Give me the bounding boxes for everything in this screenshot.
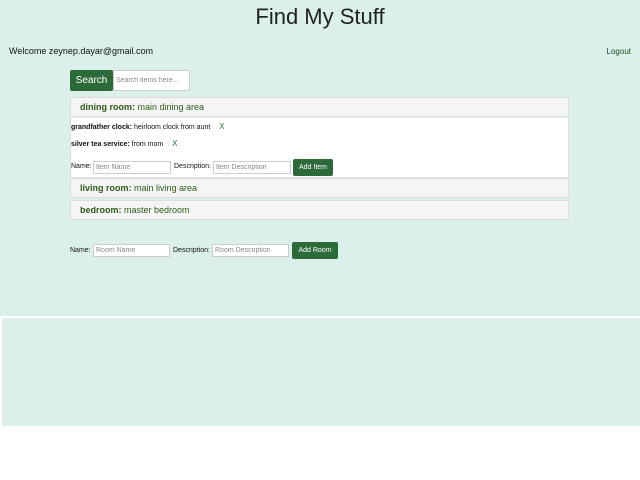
item-description-input[interactable] [213, 161, 291, 174]
room-name: bedroom: [80, 205, 122, 215]
list-item: grandfather clock: heirloom clock from a… [71, 122, 225, 131]
footer-panel [2, 318, 640, 426]
room-header-dining[interactable]: dining room: main dining area [70, 97, 569, 117]
room-description: master bedroom [124, 205, 190, 215]
room-name-input[interactable] [93, 244, 170, 257]
item-name: grandfather clock: [71, 124, 133, 131]
room-description-input[interactable] [212, 244, 289, 257]
item-description: from mom [131, 141, 164, 148]
room-description: main dining area [137, 102, 205, 112]
add-item-button[interactable]: Add Item [293, 159, 333, 176]
item-name-label: Name: [71, 163, 92, 170]
search-input[interactable] [113, 70, 190, 91]
search-button[interactable]: Search [70, 70, 113, 91]
room-name-label: Name: [70, 247, 91, 254]
logout-link[interactable]: Logout [607, 47, 631, 56]
room-body-dining: grandfather clock: heirloom clock from a… [70, 118, 569, 178]
delete-item-button[interactable]: X [172, 139, 177, 148]
item-name-input[interactable] [93, 161, 171, 174]
item-description: heirloom clock from aunt [134, 124, 211, 131]
room-header-living[interactable]: living room: main living area [70, 178, 569, 198]
add-room-button[interactable]: Add Room [292, 242, 338, 259]
room-name: dining room: [80, 102, 135, 112]
room-header-bedroom[interactable]: bedroom: master bedroom [70, 200, 569, 220]
room-name: living room: [80, 183, 132, 193]
item-name: silver tea service: [71, 141, 130, 148]
page-title: Find My Stuff [255, 4, 385, 29]
list-item: silver tea service: from mom X [71, 139, 178, 148]
welcome-text: Welcome zeynep.dayar@gmail.com [9, 46, 154, 56]
delete-item-button[interactable]: X [219, 122, 224, 131]
room-description: main living area [134, 183, 198, 193]
item-description-label: Description: [174, 163, 211, 170]
room-description-label: Description: [173, 247, 210, 254]
app-panel: Find My Stuff Welcome zeynep.dayar@gmail… [0, 0, 640, 316]
